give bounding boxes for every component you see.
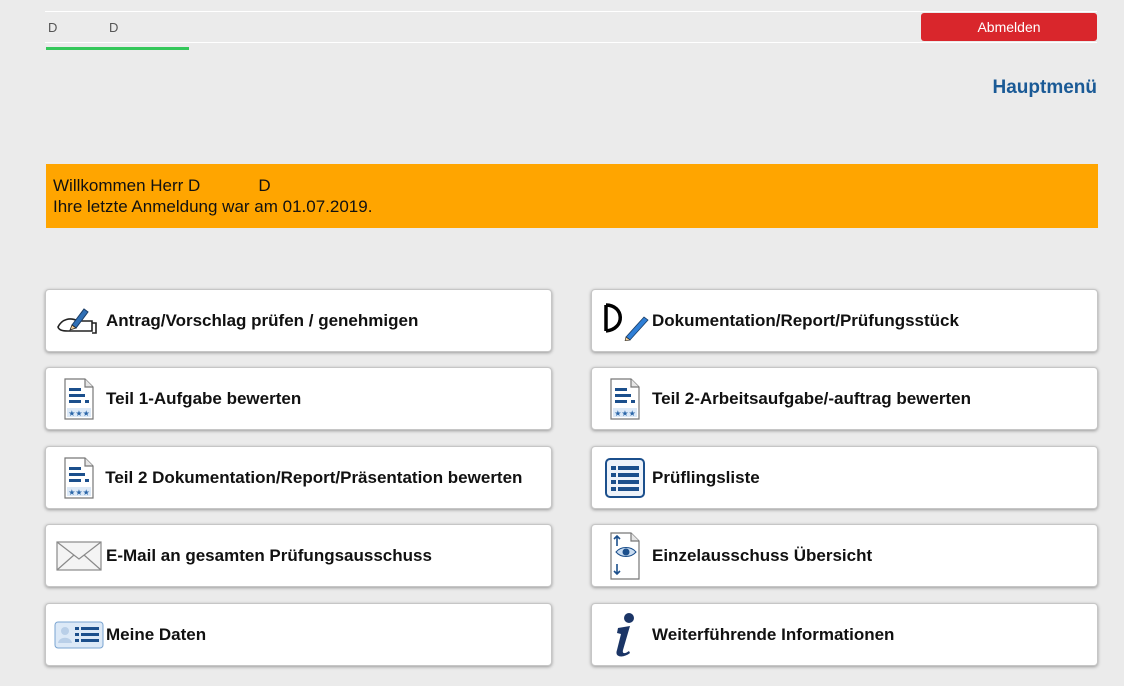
top-navigation-bar: D D Abmelden (45, 11, 1097, 43)
rated-document-icon: ★★★ (598, 377, 652, 421)
menu-tile-label: Prüflingsliste (652, 467, 760, 487)
envelope-icon (52, 534, 106, 578)
menu-tile-prueflingsliste[interactable]: Prüflingsliste (591, 446, 1098, 509)
profile-card-icon (52, 613, 106, 657)
pen-hand-icon (52, 299, 106, 343)
menu-tile-email-ausschuss[interactable]: E-Mail an gesamten Prüfungsausschuss (45, 524, 552, 587)
menu-tile-dokumentation[interactable]: Dokumentation/Report/Prüfungsstück (591, 289, 1098, 352)
menu-tile-weiterfuehrende-infos[interactable]: Weiterführende Informationen (591, 603, 1098, 666)
nav-item-2[interactable]: D (109, 20, 118, 35)
menu-tile-label: E-Mail an gesamten Prüfungsausschuss (106, 545, 432, 565)
menu-tile-label: Teil 1-Aufgabe bewerten (106, 388, 302, 408)
last-login-text: Ihre letzte Anmeldung war am 01.07.2019. (53, 197, 373, 216)
menu-tile-label: Meine Daten (106, 624, 207, 644)
menu-tile-teil2-doku-bewerten[interactable]: ★★★ Teil 2 Dokumentation/Report/Präsenta… (45, 446, 552, 509)
welcome-greeting: Willkommen Herr D (53, 176, 201, 195)
document-eye-icon (598, 531, 652, 580)
menu-tile-label: Weiterführende Informationen (652, 624, 895, 644)
svg-text:★★★: ★★★ (68, 409, 90, 418)
nav-item-1[interactable]: D (48, 20, 57, 35)
menu-tile-label: Antrag/Vorschlag prüfen / genehmigen (106, 310, 419, 330)
info-icon (598, 612, 652, 657)
menu-tile-antrag-pruefen[interactable]: Antrag/Vorschlag prüfen / genehmigen (45, 289, 552, 352)
menu-tile-teil1-bewerten[interactable]: ★★★ Teil 1-Aufgabe bewerten (45, 367, 552, 430)
menu-tile-einzelausschuss[interactable]: Einzelausschuss Übersicht (591, 524, 1098, 587)
welcome-banner: Willkommen Herr D D Ihre letzte Anmeldung… (46, 164, 1098, 228)
logout-button[interactable]: Abmelden (921, 13, 1097, 41)
menu-tile-label: Dokumentation/Report/Prüfungsstück (652, 310, 959, 330)
document-pencil-icon (598, 299, 652, 343)
list-icon (598, 456, 652, 500)
menu-tile-label: Teil 2 Dokumentation/Report/Präsentation… (105, 467, 523, 487)
menu-tile-meine-daten[interactable]: Meine Daten (45, 603, 552, 666)
svg-text:★★★: ★★★ (68, 488, 90, 497)
menu-tile-label: Teil 2-Arbeitsaufgabe/-auftrag bewerten (652, 388, 971, 408)
svg-text:★★★: ★★★ (614, 409, 636, 418)
menu-tile-label: Einzelausschuss Übersicht (652, 545, 873, 565)
active-tab-indicator (46, 47, 189, 50)
rated-document-icon: ★★★ (52, 377, 106, 421)
welcome-name-suffix: D (258, 176, 271, 195)
rated-document-icon: ★★★ (52, 456, 105, 500)
page-title: Hauptmenü (992, 77, 1098, 98)
menu-tile-teil2-arbeitsaufgabe[interactable]: ★★★ Teil 2-Arbeitsaufgabe/-auftrag bewer… (591, 367, 1098, 430)
